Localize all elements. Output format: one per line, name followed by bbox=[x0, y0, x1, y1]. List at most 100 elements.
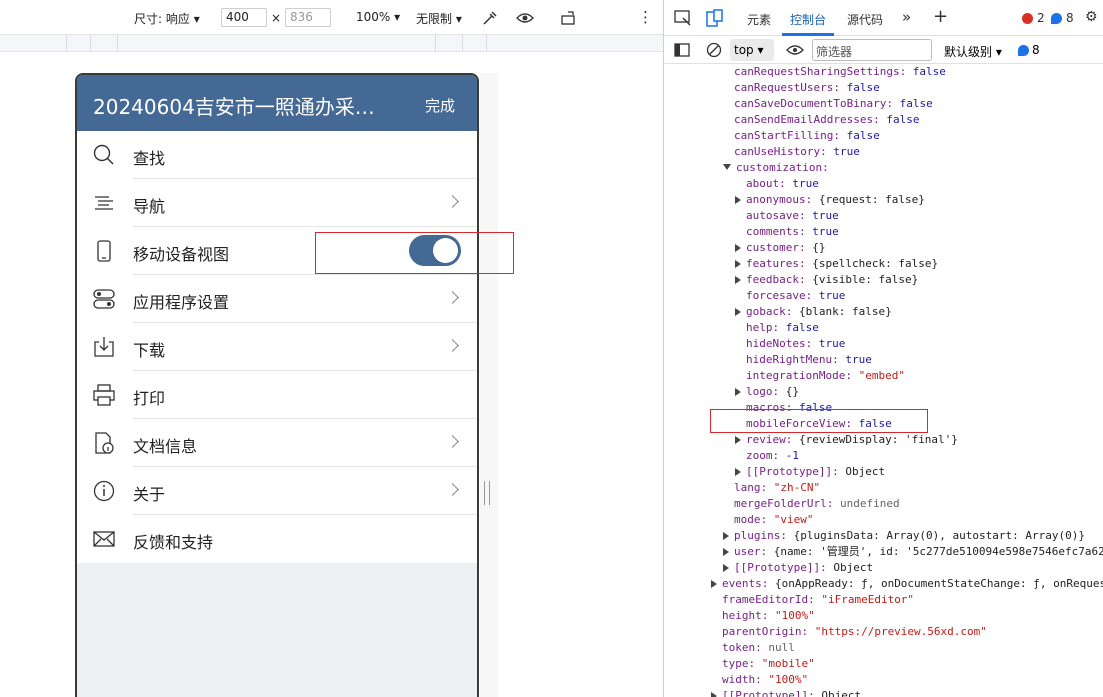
console-line: canUseHistory: true bbox=[734, 144, 860, 160]
console-line: mergeFolderUrl: undefined bbox=[734, 496, 900, 512]
done-button[interactable]: 完成 bbox=[425, 95, 455, 116]
device-toggle-icon[interactable] bbox=[706, 9, 724, 27]
collapsed-triangle-icon[interactable] bbox=[735, 244, 741, 252]
console-line[interactable]: events: {onAppReady: ƒ, onDocumentStateC… bbox=[711, 576, 1103, 592]
rotate-icon[interactable] bbox=[560, 9, 578, 27]
console-line[interactable]: [[Prototype]]: Object bbox=[735, 464, 885, 480]
property-key: goback: bbox=[746, 305, 793, 318]
property-value: false bbox=[779, 321, 819, 334]
console-output: canRequestSharingSettings: false canReque… bbox=[664, 64, 1103, 697]
tab-elements[interactable]: 元素 bbox=[747, 11, 771, 28]
menu-item-navigation[interactable]: 导航 bbox=[77, 179, 477, 227]
console-line[interactable]: plugins: {pluginsData: Array(0), autosta… bbox=[723, 528, 1085, 544]
console-line: parentOrigin: "https://preview.56xd.com" bbox=[722, 624, 987, 640]
console-line[interactable]: user: {name: '管理员', id: '5c277de510094e5… bbox=[723, 544, 1103, 560]
tab-console[interactable]: 控制台 bbox=[790, 11, 826, 28]
inspect-icon[interactable] bbox=[674, 10, 692, 26]
size-dropdown[interactable]: 尺寸: 响应 ▾ bbox=[134, 10, 200, 27]
collapsed-triangle-icon[interactable] bbox=[735, 388, 741, 396]
chevron-right-icon bbox=[446, 435, 459, 448]
console-line: integrationMode: "embed" bbox=[746, 368, 905, 384]
menu-item-document-info[interactable]: 文档信息 bbox=[77, 419, 477, 467]
issues-count[interactable]: 8 bbox=[1032, 43, 1040, 57]
more-tabs-icon[interactable]: » bbox=[902, 8, 911, 26]
error-count[interactable]: 2 bbox=[1037, 11, 1045, 25]
property-value: true bbox=[826, 145, 860, 158]
property-key: help: bbox=[746, 321, 780, 334]
property-value: {reviewDisplay: 'final'} bbox=[792, 433, 958, 446]
console-line: help: false bbox=[746, 320, 819, 336]
message-icon bbox=[1018, 45, 1029, 56]
console-line[interactable]: goback: {blank: false} bbox=[735, 304, 892, 320]
menu-item-search[interactable]: 查找 bbox=[77, 131, 477, 179]
collapsed-triangle-icon[interactable] bbox=[735, 436, 741, 444]
console-line[interactable]: review: {reviewDisplay: 'final'} bbox=[735, 432, 958, 448]
collapsed-triangle-icon[interactable] bbox=[723, 548, 729, 556]
phone-header: 20240604吉安市一照通办采… 完成 bbox=[77, 75, 477, 131]
console-line[interactable]: [[Prototype]]: Object bbox=[711, 688, 861, 697]
add-tab-icon[interactable]: + bbox=[933, 6, 948, 27]
height-input[interactable]: 836 bbox=[285, 8, 331, 27]
property-key: lang: bbox=[734, 481, 768, 494]
collapsed-triangle-icon[interactable] bbox=[735, 468, 741, 476]
console-line: comments: true bbox=[746, 224, 839, 240]
menu-item-print[interactable]: 打印 bbox=[77, 371, 477, 419]
tab-sources[interactable]: 源代码 bbox=[847, 11, 883, 28]
property-key: mode: bbox=[734, 513, 768, 526]
console-line: canRequestSharingSettings: false bbox=[734, 64, 946, 80]
context-selector[interactable]: top ▾ bbox=[730, 39, 774, 61]
eyedropper-icon[interactable] bbox=[481, 9, 499, 27]
filter-input[interactable]: 筛选器 bbox=[812, 39, 932, 61]
property-value: "view" bbox=[767, 513, 814, 526]
console-line[interactable]: customization: bbox=[723, 160, 829, 176]
menu-item-feedback[interactable]: 反馈和支持 bbox=[77, 515, 477, 563]
property-key: integrationMode: bbox=[746, 369, 852, 382]
throttle-dropdown[interactable]: 无限制 ▾ bbox=[416, 10, 462, 27]
console-line[interactable]: feedback: {visible: false} bbox=[735, 272, 918, 288]
zoom-dropdown[interactable]: 100% ▾ bbox=[356, 10, 400, 24]
console-line[interactable]: features: {spellcheck: false} bbox=[735, 256, 938, 272]
collapsed-triangle-icon[interactable] bbox=[735, 276, 741, 284]
chevron-right-icon bbox=[446, 339, 459, 352]
devtools-panel: 元素 控制台 源代码 » + 2 8 ⚙ top ▾ 筛选器 默认级别 ▾ 8 … bbox=[663, 0, 1103, 697]
property-value: "mobile" bbox=[755, 657, 815, 670]
console-line: width: "100%" bbox=[722, 672, 808, 688]
collapsed-triangle-icon[interactable] bbox=[711, 580, 717, 588]
message-icon bbox=[1051, 13, 1062, 24]
navigation-icon bbox=[95, 196, 113, 210]
devtools-tabbar: 元素 控制台 源代码 » + 2 8 ⚙ bbox=[664, 0, 1103, 36]
dropdown-arrow-icon: ▾ bbox=[394, 10, 401, 24]
property-value: false bbox=[906, 65, 946, 78]
settings-gear-icon[interactable]: ⚙ bbox=[1085, 9, 1098, 25]
menu-item-app-settings[interactable]: 应用程序设置 bbox=[77, 275, 477, 323]
width-input[interactable]: 400 bbox=[221, 8, 267, 27]
menu-item-about[interactable]: 关于 bbox=[77, 467, 477, 515]
eye-icon[interactable] bbox=[516, 10, 534, 26]
collapsed-triangle-icon[interactable] bbox=[735, 196, 741, 204]
property-key: [[Prototype]]: bbox=[722, 689, 815, 697]
message-count[interactable]: 8 bbox=[1066, 11, 1074, 25]
console-line[interactable]: [[Prototype]]: Object bbox=[723, 560, 873, 576]
collapsed-triangle-icon[interactable] bbox=[711, 692, 717, 697]
console-line[interactable]: anonymous: {request: false} bbox=[735, 192, 925, 208]
clear-console-icon[interactable] bbox=[706, 42, 722, 58]
property-key: [[Prototype]]: bbox=[746, 465, 839, 478]
live-expression-eye-icon[interactable] bbox=[786, 44, 804, 56]
menu-item-download[interactable]: 下载 bbox=[77, 323, 477, 371]
console-line: forcesave: true bbox=[746, 288, 845, 304]
chevron-right-icon bbox=[446, 291, 459, 304]
console-line[interactable]: logo: {} bbox=[735, 384, 799, 400]
collapsed-triangle-icon[interactable] bbox=[735, 308, 741, 316]
log-level-dropdown[interactable]: 默认级别 ▾ bbox=[944, 43, 1002, 60]
console-line[interactable]: customer: {} bbox=[735, 240, 825, 256]
console-toolbar: top ▾ 筛选器 默认级别 ▾ 8 bbox=[664, 36, 1103, 64]
resize-handle[interactable] bbox=[484, 481, 490, 505]
collapsed-triangle-icon[interactable] bbox=[723, 564, 729, 572]
sidebar-toggle-icon[interactable] bbox=[674, 43, 690, 57]
console-line: canStartFilling: false bbox=[734, 128, 880, 144]
property-value: {name: '管理员', id: '5c277de510094e598e754… bbox=[767, 545, 1103, 558]
collapsed-triangle-icon[interactable] bbox=[723, 532, 729, 540]
expanded-triangle-icon[interactable] bbox=[723, 164, 731, 170]
collapsed-triangle-icon[interactable] bbox=[735, 260, 741, 268]
more-options-icon[interactable]: ⋮ bbox=[638, 8, 653, 26]
